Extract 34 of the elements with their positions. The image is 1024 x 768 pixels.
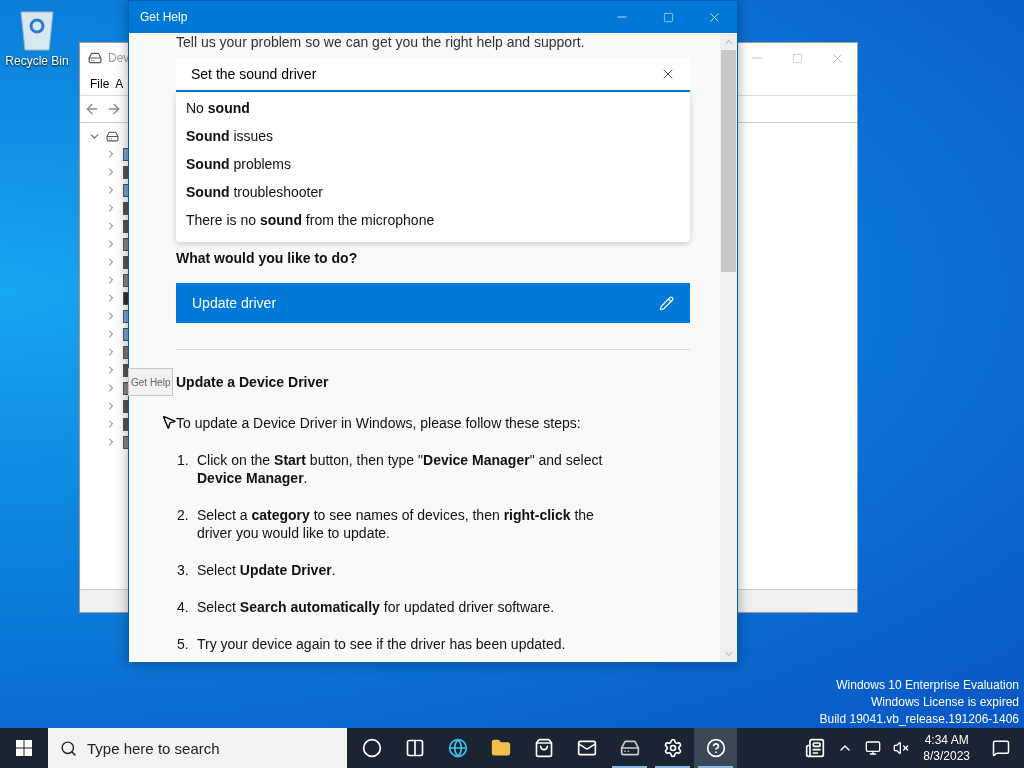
suggestion-item[interactable]: No sound [176,94,690,122]
system-notice-text: Build 19041.vb_release.191206-1406 [819,711,1019,728]
update-driver-button[interactable]: Update driver [176,283,690,323]
step-number: 4. [177,598,189,616]
system-notice-text: Windows License is expired [870,694,1019,711]
system-notice-text: Windows 10 Enterprise Evaluation [836,677,1019,694]
step-number: 1. [177,451,189,470]
step-text: Try your device again to see if the driver has been updated. [197,635,566,653]
suggestion-item[interactable]: Sound issues [176,122,690,150]
step-text: Select a category to see names of devices, then right-click the driver you would like to update. [197,506,595,542]
suggestion-item[interactable]: Sound troubleshooter [176,178,690,206]
step-text: Select Search automatically for updated driver software. [197,598,555,616]
step-number: 2. [177,506,189,525]
tooltip-text: Get Help [131,376,171,388]
question-label: What would you like to do? [176,250,359,266]
step-number: 5. [177,635,189,653]
window-title: Dev [108,51,130,65]
article-paragraph: To update a Device Driver in Windows, please follow these steps: [176,415,582,431]
intro-text: Tell us your problem so we can get you the right help and support. [176,34,586,50]
search-input[interactable]: Type here to search [87,739,317,757]
clock[interactable]: 4:34 AM 8/3/2023 [915,728,978,768]
suggestion-item[interactable]: There is no sound from the microphone [176,206,690,234]
step-text: Select Update Driver. [197,561,336,579]
search-input[interactable]: Set the sound driver [191,66,660,82]
desktop-icon-label[interactable]: Recycle Bin [5,54,69,68]
search-field[interactable]: Set the sound driver [176,58,690,92]
menu-item[interactable]: A [115,77,124,91]
article-heading: Update a Device Driver [176,374,330,390]
step-number: 3. [177,561,189,579]
taskbar-search-field[interactable]: Type here to search [48,728,347,768]
menu-item[interactable]: File [90,77,110,91]
suggestion-item[interactable]: Sound problems [176,150,690,178]
step-text: Click on the Start button, then type "Device Manager" and select Device Manager. [197,451,604,487]
window-title: Get Help [140,10,188,24]
